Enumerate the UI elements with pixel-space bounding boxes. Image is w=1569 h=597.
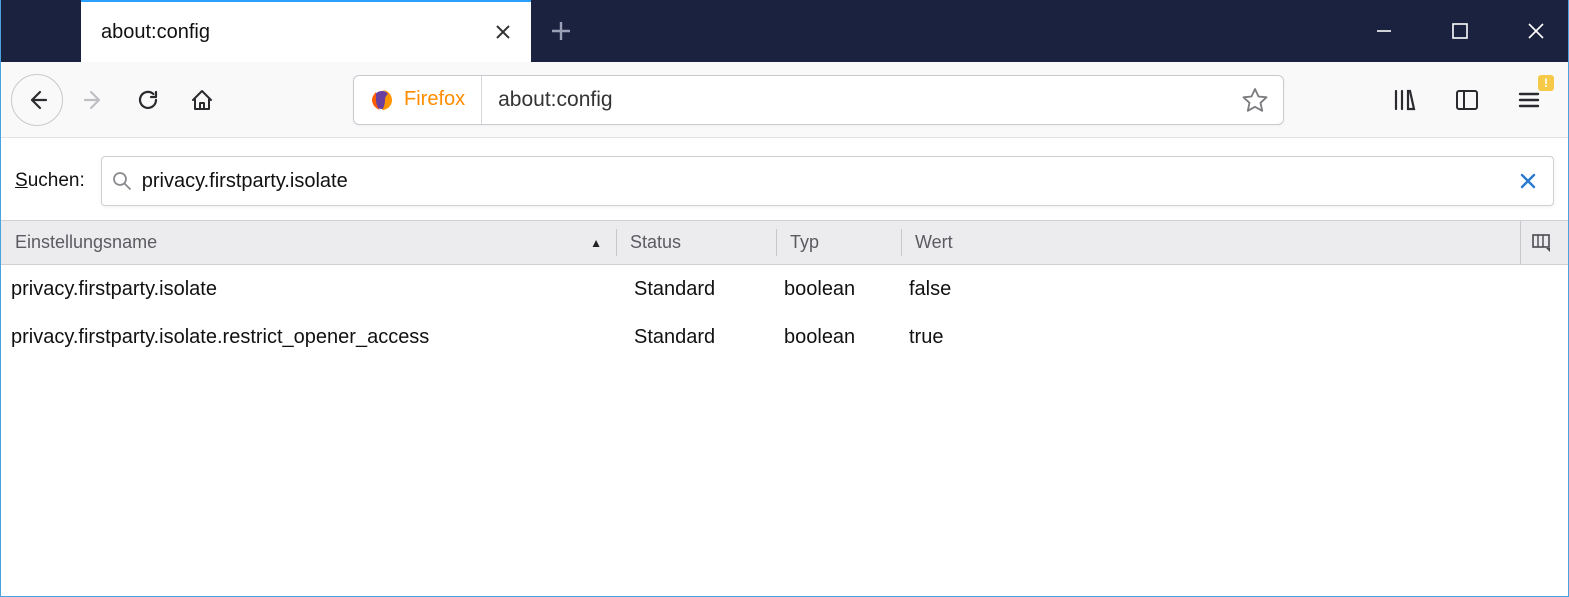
column-header-status-label: Status [630,232,681,253]
column-header-type[interactable]: Typ [776,221,901,264]
url-identity-box[interactable]: Firefox [354,76,482,124]
cell-pref-value: true [901,326,1568,349]
reload-button[interactable] [125,77,171,123]
column-header-status[interactable]: Status [616,221,776,264]
url-text[interactable]: about:config [482,88,1233,112]
navigation-toolbar: Firefox about:config ! [1,62,1568,138]
toolbar-right: ! [1382,77,1558,123]
clear-search-icon[interactable] [1513,172,1543,190]
browser-tab-active[interactable]: about:config [81,0,531,62]
column-header-value-label: Wert [915,232,953,253]
window-controls [1364,0,1568,62]
column-header-type-label: Typ [790,232,819,253]
new-tab-button[interactable] [531,0,591,62]
url-identity-label: Firefox [404,88,465,111]
cell-pref-type: boolean [776,278,901,301]
sidebar-button[interactable] [1444,77,1490,123]
column-header-name[interactable]: Einstellungsname ▲ [1,221,616,264]
library-button[interactable] [1382,77,1428,123]
table-row[interactable]: privacy.firstparty.isolate Standard bool… [1,265,1568,313]
window-titlebar: about:config [1,0,1568,62]
table-body: privacy.firstparty.isolate Standard bool… [1,265,1568,361]
cell-pref-status: Standard [616,278,776,301]
close-tab-icon[interactable] [489,18,517,46]
app-menu-button[interactable]: ! [1506,77,1552,123]
column-picker-button[interactable] [1520,221,1560,264]
search-box[interactable] [101,156,1554,206]
bookmark-star-icon[interactable] [1233,78,1277,122]
column-header-value[interactable]: Wert [901,221,1568,264]
forward-button [71,77,117,123]
search-icon [112,171,142,191]
notification-badge-icon: ! [1538,75,1554,91]
cell-pref-type: boolean [776,326,901,349]
search-input[interactable] [142,170,1513,193]
close-window-button[interactable] [1516,11,1556,51]
cell-pref-value: false [901,278,1568,301]
cell-pref-status: Standard [616,326,776,349]
back-button[interactable] [11,74,63,126]
tab-strip: about:config [1,0,591,62]
firefox-logo-icon [370,88,394,112]
table-header: Einstellungsname ▲ Status Typ Wert [1,221,1568,265]
sort-ascending-icon: ▲ [590,236,602,250]
column-header-name-label: Einstellungsname [15,232,157,253]
search-label: Suchen: [15,170,85,192]
tab-title: about:config [101,21,489,44]
minimize-button[interactable] [1364,11,1404,51]
cell-pref-name: privacy.firstparty.isolate.restrict_open… [1,326,616,349]
config-search-area: Suchen: [1,138,1568,220]
maximize-button[interactable] [1440,11,1480,51]
table-row[interactable]: privacy.firstparty.isolate.restrict_open… [1,313,1568,361]
cell-pref-name: privacy.firstparty.isolate [1,278,616,301]
home-button[interactable] [179,77,225,123]
preferences-table: Einstellungsname ▲ Status Typ Wert priva… [1,220,1568,361]
url-bar[interactable]: Firefox about:config [353,75,1284,125]
